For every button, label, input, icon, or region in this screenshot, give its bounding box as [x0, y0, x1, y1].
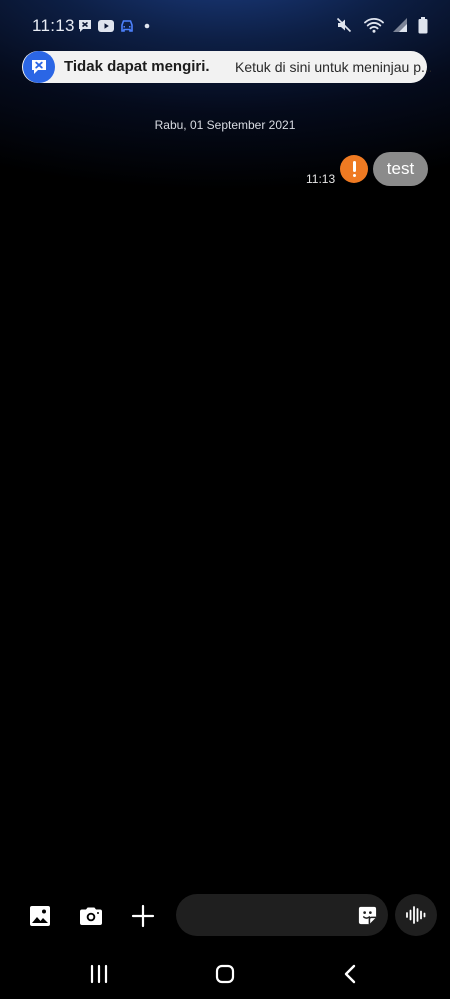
home-icon[interactable] [213, 962, 237, 986]
notification-body: Ketuk di sini untuk meninjau p... [235, 59, 431, 75]
plus-icon[interactable] [131, 904, 155, 928]
message-input[interactable] [190, 904, 354, 928]
message-error-icon [23, 51, 55, 83]
sticker-icon[interactable] [357, 905, 378, 926]
notification-title: Tidak dapat mengiri... [64, 58, 209, 75]
signal-icon [393, 18, 407, 32]
voice-record-button[interactable] [395, 894, 437, 936]
heads-up-notification[interactable]: Tidak dapat mengiri... Ketuk di sini unt… [22, 51, 431, 83]
date-separator: Rabu, 01 September 2021 [154, 118, 296, 132]
sent-message-bubble[interactable]: test [373, 152, 428, 186]
voice-waveform-icon [406, 906, 426, 924]
camera-icon[interactable] [79, 904, 103, 928]
car-icon [121, 20, 133, 32]
dot-icon [144, 23, 150, 29]
navigation-bar [0, 950, 450, 999]
battery-icon [418, 17, 428, 34]
messages-screen: 11:13 Tidak dapat mengiri... Ketuk di si… [0, 0, 450, 999]
youtube-icon [98, 20, 114, 32]
message-time: 11:13 [306, 172, 336, 186]
recent-apps-icon[interactable] [87, 962, 111, 986]
message-input-box[interactable] [176, 894, 388, 936]
message-composer [0, 890, 450, 940]
gallery-icon[interactable] [28, 904, 52, 928]
status-time: 11:13 [32, 16, 75, 35]
status-bar: 11:13 [0, 0, 450, 52]
message-error-icon [79, 20, 91, 32]
back-icon[interactable] [339, 962, 363, 986]
wifi-icon [364, 18, 384, 33]
mute-icon [336, 17, 352, 33]
error-exclamation-icon[interactable] [340, 155, 368, 183]
